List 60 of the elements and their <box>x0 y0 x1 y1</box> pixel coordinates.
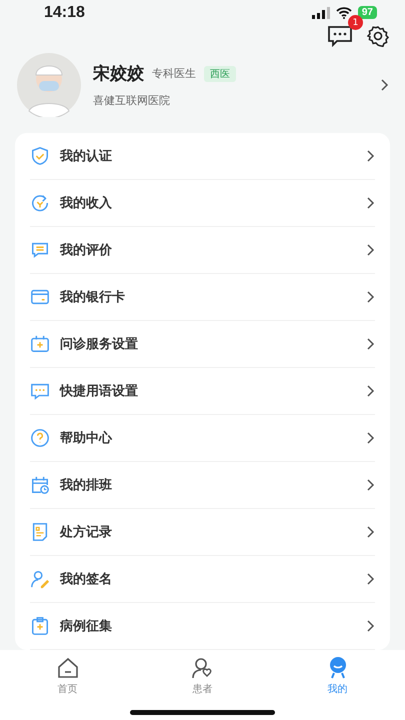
chevron-icon <box>366 619 375 633</box>
menu-label: 病例征集 <box>60 618 113 635</box>
help-icon <box>30 428 50 448</box>
menu-item[interactable]: 快捷用语设置 <box>30 368 375 415</box>
chevron-icon <box>366 196 375 210</box>
signal-icon <box>312 6 330 18</box>
menu-label: 我的银行卡 <box>60 289 126 306</box>
signature-icon <box>30 569 50 589</box>
shield-icon <box>30 146 50 166</box>
battery-indicator: 97 <box>358 6 377 19</box>
menu-label: 快捷用语设置 <box>60 383 139 400</box>
menu-label: 我的签名 <box>60 571 113 588</box>
schedule-icon <box>30 475 50 495</box>
calendar-plus-icon <box>30 334 50 354</box>
menu-label: 我的排班 <box>60 477 113 494</box>
menu-item[interactable]: 问诊服务设置 <box>30 321 375 368</box>
wifi-icon <box>336 6 352 18</box>
card-icon <box>30 287 50 307</box>
chevron-icon <box>366 337 375 351</box>
menu-label: 问诊服务设置 <box>60 336 139 353</box>
chevron-icon <box>366 572 375 586</box>
tab[interactable]: 患者 <box>135 650 270 702</box>
menu-label: 处方记录 <box>60 524 113 541</box>
menu-item[interactable]: 我的评价 <box>30 227 375 274</box>
menu-item[interactable]: 我的认证 <box>30 133 375 180</box>
specialty-tag: 西医 <box>204 66 236 82</box>
menu-label: 我的认证 <box>60 148 113 165</box>
menu-item[interactable]: 我的签名 <box>30 556 375 603</box>
status-time: 14:18 <box>44 4 86 22</box>
chevron-icon <box>366 478 375 492</box>
menu-label: 我的评价 <box>60 242 113 259</box>
menu-item[interactable]: 处方记录 <box>30 509 375 556</box>
settings-icon[interactable] <box>367 25 389 47</box>
chevron-icon <box>366 290 375 304</box>
clipboard-icon <box>30 616 50 636</box>
tab[interactable]: 首页 <box>0 650 135 702</box>
menu-item[interactable]: 帮助中心 <box>30 415 375 462</box>
menu-item[interactable]: 我的银行卡 <box>30 274 375 321</box>
chevron-icon <box>366 243 375 257</box>
menu-item[interactable]: 我的收入 <box>30 180 375 227</box>
notification-badge: 1 <box>348 15 363 30</box>
comment-icon <box>30 240 50 260</box>
chevron-icon <box>380 78 389 92</box>
message-icon[interactable] <box>327 25 353 47</box>
chat-dots-icon <box>30 381 50 401</box>
menu-label: 我的收入 <box>60 194 113 212</box>
prescription-icon <box>30 522 50 542</box>
chevron-icon <box>366 149 375 163</box>
menu-label: 帮助中心 <box>60 430 114 447</box>
menu-item[interactable]: 我的排班 <box>30 462 375 509</box>
doctor-name: 宋姣姣 <box>93 63 144 85</box>
chevron-icon <box>366 431 375 445</box>
home-icon <box>56 656 80 680</box>
income-icon <box>30 193 50 213</box>
patient-icon <box>190 656 214 680</box>
chevron-icon <box>366 525 375 539</box>
hospital-name: 喜健互联网医院 <box>93 93 171 108</box>
avatar <box>17 53 81 117</box>
doctor-title: 专科医生 <box>152 66 196 81</box>
chevron-icon <box>366 384 375 398</box>
